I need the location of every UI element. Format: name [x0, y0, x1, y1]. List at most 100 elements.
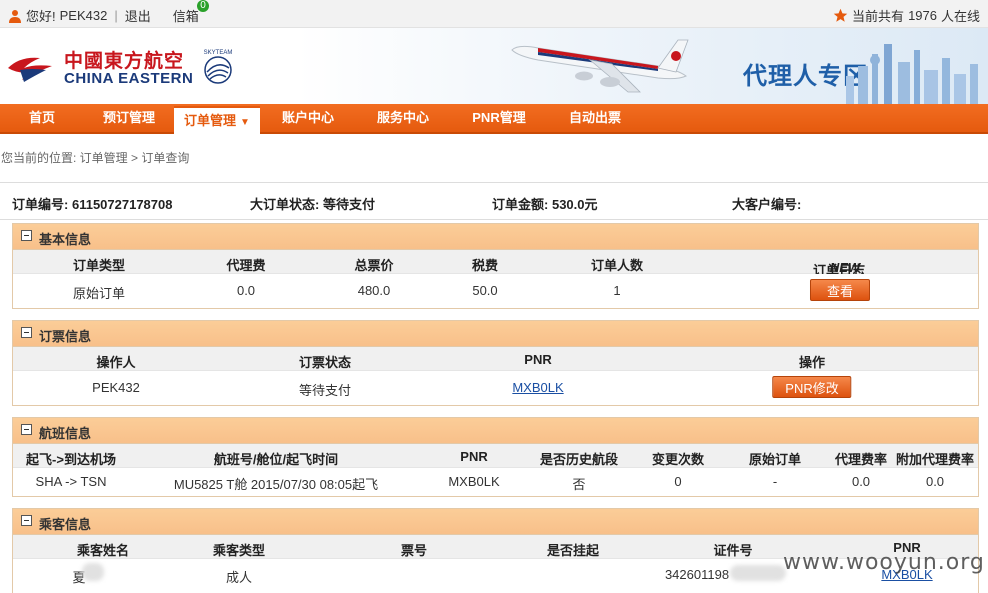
nav-item-orders[interactable]: 订单管理 ▼: [174, 106, 260, 134]
column-header: 是否挂起: [546, 543, 600, 558]
table-cell: 0.0: [851, 474, 871, 489]
order-status-value: 等待支付: [322, 197, 375, 212]
main-nav: 首页 预订管理 订单管理 ▼ 账户中心 服务中心 PNR管理 自动出票: [0, 104, 988, 134]
top-bar: 您好! PEK432 | 退出 信箱 0 当前共有 1976 人在线: [0, 0, 988, 28]
order-amount-field: 订单金额: 530.0元: [492, 194, 598, 213]
table-cell: 否: [572, 477, 586, 492]
nav-item-service[interactable]: 服务中心: [356, 104, 450, 132]
table-row: 原始订单 0.0 480.0 50.0 1 查看: [13, 274, 978, 308]
table-cell: 480.0: [357, 283, 391, 298]
city-skyline-image: [846, 44, 978, 104]
inbox-link[interactable]: 信箱 0: [172, 0, 209, 25]
flight-info-header: 航班信息: [13, 418, 978, 444]
column-header: 乘客类型: [212, 543, 266, 558]
star-icon: [833, 8, 848, 22]
column-header: 是否历史航段: [539, 452, 619, 467]
table-row: SHA -> TSN MU5825 T舱 2015/07/30 08:05起飞 …: [13, 468, 978, 496]
table-row: PEK432 等待支付 MXB0LK PNR修改: [13, 371, 978, 405]
flight-info-panel: 航班信息 起飞->到达机场 航班号/舱位/起飞时间 PNR 是否历史航段 变更次…: [12, 417, 979, 497]
table-cell: 等待支付: [298, 383, 352, 398]
china-eastern-logo[interactable]: 中國東方航空 CHINA EASTERN SKYTEAM: [6, 40, 246, 96]
customer-number-field: 大客户编号:: [732, 194, 801, 213]
skyteam-logo-icon: SKYTEAM: [204, 50, 233, 84]
logo-english-name: CHINA EASTERN: [64, 70, 194, 87]
nav-item-orders-label: 订单管理: [184, 113, 237, 128]
nav-item-account[interactable]: 账户中心: [260, 104, 356, 132]
column-header: 订票状态: [298, 355, 352, 370]
inbox-count-badge: 0: [197, 0, 209, 12]
table-cell: 1: [613, 283, 621, 298]
column-header: 总票价: [354, 258, 394, 273]
order-number-label: 订单编号:: [12, 197, 69, 212]
nav-item-auto-ticketing[interactable]: 自动出票: [548, 104, 642, 132]
basic-info-header: 基本信息: [13, 224, 978, 250]
header-banner: 中國東方航空 CHINA EASTERN SKYTEAM 代理人专区: [0, 28, 988, 104]
customer-number-label: 大客户编号:: [732, 197, 802, 212]
column-header: 操作: [798, 355, 826, 370]
skyteam-text: SKYTEAM: [204, 50, 233, 56]
view-log-button[interactable]: 查看: [809, 279, 871, 301]
pnr-edit-button[interactable]: PNR修改: [772, 376, 852, 398]
pnr-link[interactable]: MXB0LK: [512, 380, 563, 395]
redaction-blur: [82, 563, 104, 581]
order-status-label: 大订单状态:: [250, 197, 320, 212]
airplane-image: [511, 39, 689, 93]
order-amount-label: 订单金额:: [492, 197, 549, 212]
nav-item-pnr[interactable]: PNR管理: [450, 104, 548, 132]
collapse-icon[interactable]: [21, 424, 32, 435]
ticketing-info-title: 订票信息: [39, 329, 92, 344]
column-header: 起飞->到达机场: [26, 452, 116, 467]
column-header: 订单类型: [72, 258, 126, 273]
column-header: 税费: [471, 258, 499, 273]
column-header: 原始订单: [748, 452, 802, 467]
online-suffix: 人在线: [940, 9, 980, 24]
nav-item-home[interactable]: 首页: [0, 104, 84, 132]
column-header: 航班号/舱位/起飞时间: [213, 452, 339, 467]
inbox-label: 信箱: [172, 9, 199, 24]
column-header: 票号: [400, 543, 428, 558]
column-header: 证件号: [713, 543, 753, 558]
swallow-logo-icon: [8, 57, 52, 82]
column-header: PNR: [460, 449, 488, 464]
passenger-info-title: 乘客信息: [39, 517, 92, 532]
table-cell: 0.0: [925, 474, 945, 489]
table-cell: MU5825 T舱 2015/07/30 08:05起飞: [173, 477, 379, 492]
nav-item-booking[interactable]: 预订管理: [84, 104, 174, 132]
online-count-area: 当前共有 1976 人在线: [833, 6, 980, 25]
column-header: 附加代理费率: [895, 452, 975, 467]
online-prefix: 当前共有: [852, 9, 905, 24]
table-cell: 342601198: [664, 567, 730, 582]
flight-info-title: 航班信息: [39, 426, 92, 441]
order-amount-value: 530.0元: [551, 197, 598, 212]
ticketing-info-column-headers: 操作人 订票状态 PNR 操作: [13, 347, 978, 371]
watermark: www.wooyun.org: [783, 550, 985, 575]
online-count: 1976: [908, 8, 937, 23]
passenger-info-header: 乘客信息: [13, 509, 978, 535]
new-badge: NEW: [829, 260, 861, 275]
breadcrumb: 您当前的位置: 订单管理 > 订单查询: [1, 151, 190, 165]
column-header: 操作人: [96, 355, 136, 370]
order-status-field: 大订单状态: 等待支付: [250, 194, 375, 213]
column-header: 变更次数: [651, 452, 705, 467]
flight-info-column-headers: 起飞->到达机场 航班号/舱位/起飞时间 PNR 是否历史航段 变更次数 原始订…: [13, 444, 978, 468]
basic-info-column-headers: 订单类型 代理费 总票价 税费 订单人数 订单日志 NEW: [13, 250, 978, 278]
ticketing-info-panel: 订票信息 操作人 订票状态 PNR 操作 PEK432 等待支付 MXB0LK …: [12, 320, 979, 406]
order-summary: 订单编号: 61150727178708 大订单状态: 等待支付 订单金额: 5…: [0, 182, 988, 220]
column-header: 代理费率: [834, 452, 888, 467]
column-header: 乘客姓名: [76, 543, 130, 558]
logout-link[interactable]: 退出: [125, 6, 151, 25]
table-cell: 50.0: [472, 283, 498, 298]
table-cell: SHA -> TSN: [35, 474, 107, 489]
table-cell: 0.0: [236, 283, 256, 298]
ticketing-info-header: 订票信息: [13, 321, 978, 347]
table-cell: 成人: [225, 570, 253, 585]
table-cell: 0: [674, 474, 682, 489]
column-header: PNR: [524, 352, 552, 367]
collapse-icon[interactable]: [21, 515, 32, 526]
basic-info-title: 基本信息: [39, 232, 92, 247]
collapse-icon[interactable]: [21, 230, 32, 241]
greeting-text: 您好!: [26, 9, 56, 24]
logo-chinese-name: 中國東方航空: [64, 50, 185, 72]
collapse-icon[interactable]: [21, 327, 32, 338]
table-cell: PEK432: [92, 380, 140, 395]
